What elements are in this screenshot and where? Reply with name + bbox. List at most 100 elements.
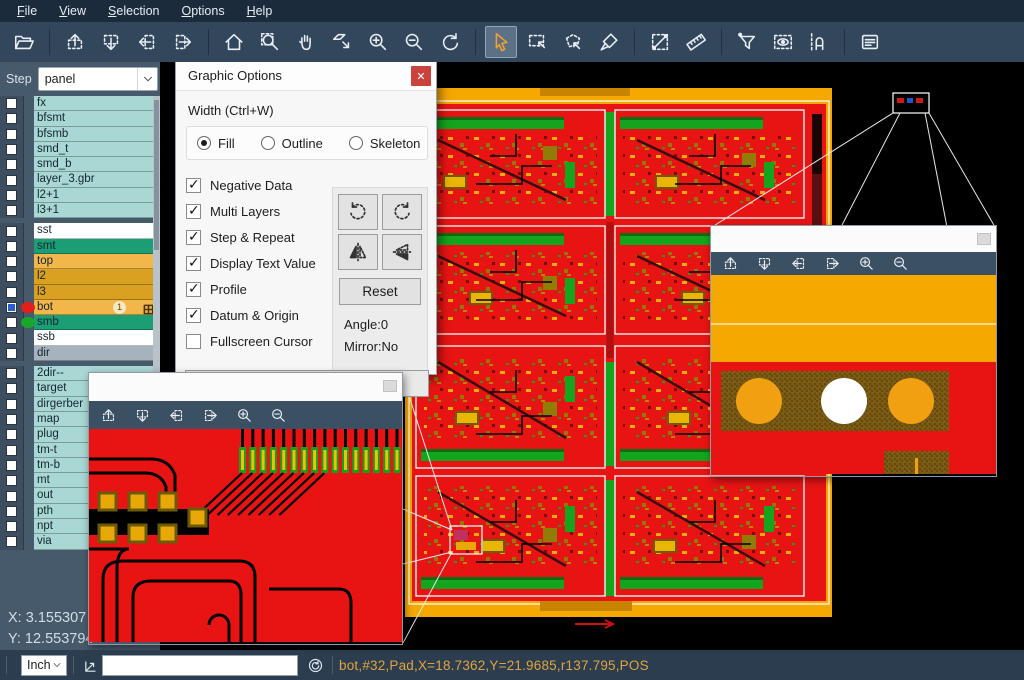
magnifier-tool-zoom-out[interactable] <box>269 406 287 424</box>
unit-dropdown[interactable]: Inch <box>21 655 67 676</box>
window-button[interactable] <box>977 233 991 245</box>
shift-down-button[interactable] <box>95 26 127 58</box>
step-dropdown[interactable]: panel <box>38 67 158 91</box>
ruler-button[interactable] <box>680 26 712 58</box>
layer-name[interactable]: ssb <box>34 330 160 345</box>
reset-button[interactable]: Reset <box>339 278 421 305</box>
layer-row[interactable]: bot 1 <box>0 300 160 315</box>
layer-checkbox[interactable] <box>6 287 17 298</box>
layer-name[interactable]: l2+1 <box>34 188 160 203</box>
refresh-icon[interactable] <box>304 654 326 676</box>
layer-row[interactable]: l2+1 <box>0 188 160 203</box>
option-checkbox-row-datum-origin[interactable]: Datum & Origin <box>186 302 336 328</box>
magnifier-left-titlebar[interactable] <box>89 373 402 401</box>
magnifier-tool-zoom-in[interactable] <box>857 255 875 273</box>
layer-name[interactable]: fx <box>34 96 160 111</box>
layer-checkbox[interactable] <box>6 333 17 344</box>
layer-row[interactable]: smd_t <box>0 142 160 157</box>
magnifier-window-right[interactable] <box>710 225 997 477</box>
transform-button-mirror-vertical[interactable] <box>382 234 422 270</box>
magnifier-tool-shift-right[interactable] <box>823 255 841 273</box>
brush-button[interactable] <box>593 26 625 58</box>
command-input[interactable] <box>102 655 298 676</box>
magnifier-left-view[interactable] <box>89 429 402 642</box>
layer-name[interactable]: smt <box>34 239 160 254</box>
layer-row[interactable]: sst <box>0 223 160 238</box>
magnifier-right-view[interactable] <box>711 275 996 474</box>
layer-name[interactable]: smd_t <box>34 142 160 157</box>
layer-name[interactable]: bfsmb <box>34 127 160 142</box>
zoom-in-button[interactable] <box>362 26 394 58</box>
layer-row[interactable]: fx <box>0 96 160 111</box>
layer-row[interactable]: l3+1 <box>0 203 160 218</box>
menu-item[interactable]: Selection <box>97 2 170 20</box>
layer-name[interactable]: smd_b <box>34 157 160 172</box>
layer-row[interactable]: smb <box>0 315 160 330</box>
zoom-previous-button[interactable] <box>434 26 466 58</box>
magnifier-right-titlebar[interactable] <box>711 226 996 252</box>
layer-name[interactable]: sst <box>34 223 160 238</box>
layer-row[interactable]: layer_3.gbr <box>0 172 160 187</box>
layer-checkbox[interactable] <box>6 302 17 313</box>
layer-checkbox[interactable] <box>6 368 17 379</box>
option-checkbox-row-fullscreen-cursor[interactable]: Fullscreen Cursor <box>186 328 336 354</box>
window-button[interactable] <box>383 380 397 392</box>
layer-name[interactable]: l2 <box>34 269 160 284</box>
layer-checkbox[interactable] <box>6 226 17 237</box>
shift-left-button[interactable] <box>131 26 163 58</box>
layer-row[interactable]: smt <box>0 239 160 254</box>
layer-row[interactable]: dir <box>0 346 160 361</box>
layer-checkbox[interactable] <box>6 521 17 532</box>
option-checkbox-row-multi-layers[interactable]: Multi Layers <box>186 198 336 224</box>
poly-select-button[interactable] <box>557 26 589 58</box>
layer-checkbox[interactable] <box>6 256 17 267</box>
layer-row[interactable]: top <box>0 254 160 269</box>
layer-checkbox[interactable] <box>6 144 17 155</box>
magnifier-tool-shift-down[interactable] <box>133 406 151 424</box>
layer-name[interactable]: layer_3.gbr <box>34 172 160 187</box>
layer-checkbox[interactable] <box>6 159 17 170</box>
layer-name[interactable]: bot <box>34 300 160 315</box>
zoom-window-button[interactable] <box>254 26 286 58</box>
measure-button[interactable] <box>644 26 676 58</box>
layer-checkbox[interactable] <box>6 383 17 394</box>
layer-row[interactable]: ssb <box>0 330 160 345</box>
radio-option-fill[interactable]: Fill <box>197 136 235 151</box>
layer-row[interactable]: bfsmb <box>0 127 160 142</box>
snap-button[interactable] <box>803 26 835 58</box>
option-checkbox-row-display-text-value[interactable]: Display Text Value <box>186 250 336 276</box>
layer-name[interactable]: l3 <box>34 285 160 300</box>
filter-button[interactable] <box>731 26 763 58</box>
layer-checkbox[interactable] <box>6 348 17 359</box>
open-button[interactable] <box>8 26 40 58</box>
layer-checkbox[interactable] <box>6 460 17 471</box>
fit-view-button[interactable] <box>218 26 250 58</box>
layer-checkbox[interactable] <box>6 429 17 440</box>
layer-row[interactable]: l2 <box>0 269 160 284</box>
magnifier-tool-shift-left[interactable] <box>167 406 185 424</box>
layer-row[interactable]: bfsmt <box>0 111 160 126</box>
transform-button-rotate-cw[interactable] <box>338 194 378 230</box>
menu-item[interactable]: File <box>6 2 48 20</box>
magnifier-tool-shift-up[interactable] <box>99 406 117 424</box>
layer-name[interactable]: l3+1 <box>34 203 160 218</box>
rect-select-button[interactable] <box>521 26 553 58</box>
layer-checkbox[interactable] <box>6 113 17 124</box>
close-icon[interactable]: ✕ <box>411 66 431 86</box>
transform-button-mirror-horizontal[interactable] <box>338 234 378 270</box>
select-button[interactable] <box>485 26 517 58</box>
layer-checkbox[interactable] <box>6 241 17 252</box>
layers-panel-button[interactable] <box>854 26 886 58</box>
move-copy-button[interactable] <box>326 26 358 58</box>
option-checkbox-row-profile[interactable]: Profile <box>186 276 336 302</box>
layer-row[interactable]: smd_b <box>0 157 160 172</box>
layer-name[interactable]: top <box>34 254 160 269</box>
layer-checkbox[interactable] <box>6 536 17 547</box>
layer-checkbox[interactable] <box>6 475 17 486</box>
layer-checkbox[interactable] <box>6 205 17 216</box>
layer-checkbox[interactable] <box>6 506 17 517</box>
magnifier-tool-shift-right[interactable] <box>201 406 219 424</box>
shift-up-button[interactable] <box>59 26 91 58</box>
angle-corner-icon[interactable] <box>80 654 102 676</box>
zoom-out-button[interactable] <box>398 26 430 58</box>
